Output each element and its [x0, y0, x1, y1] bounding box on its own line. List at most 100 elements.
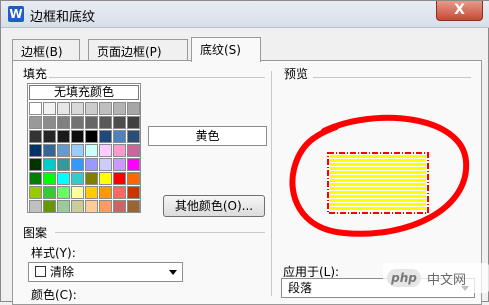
color-swatch[interactable] — [57, 200, 70, 213]
color-swatch[interactable] — [71, 200, 84, 213]
tab-borders[interactable]: 边框(B) — [12, 39, 80, 61]
preview-fill-line — [330, 191, 426, 194]
color-swatch[interactable] — [85, 186, 98, 199]
color-swatch[interactable] — [57, 158, 70, 171]
color-swatch[interactable] — [29, 200, 42, 213]
color-swatch[interactable] — [99, 130, 112, 143]
color-swatch[interactable] — [43, 186, 56, 199]
preview-fill-line — [330, 179, 426, 182]
color-swatch[interactable] — [71, 144, 84, 157]
color-swatch[interactable] — [29, 186, 42, 199]
color-swatch[interactable] — [113, 200, 126, 213]
preview-canvas — [289, 114, 470, 237]
window-title: 边框和底纹 — [30, 10, 96, 25]
color-swatch[interactable] — [85, 116, 98, 129]
pattern-style-value: 清除 — [50, 265, 75, 279]
color-swatch[interactable] — [43, 144, 56, 157]
no-fill-button[interactable]: 无填充颜色 — [29, 85, 139, 100]
color-swatch[interactable] — [43, 102, 56, 115]
color-swatch[interactable] — [85, 172, 98, 185]
color-swatch[interactable] — [113, 172, 126, 185]
color-swatch[interactable] — [57, 172, 70, 185]
preview-group-label: 预览 — [282, 65, 311, 82]
color-swatch[interactable] — [71, 102, 84, 115]
color-swatch[interactable] — [113, 130, 126, 143]
color-swatch[interactable] — [99, 172, 112, 185]
color-swatch[interactable] — [29, 158, 42, 171]
preview-fill-line — [330, 167, 426, 170]
color-swatch[interactable] — [99, 116, 112, 129]
color-swatch[interactable] — [29, 130, 42, 143]
color-swatch[interactable] — [127, 130, 140, 143]
tab-page-borders[interactable]: 页面边框(P) — [88, 39, 188, 61]
color-swatch[interactable] — [127, 172, 140, 185]
color-swatch[interactable] — [113, 102, 126, 115]
color-swatch[interactable] — [85, 130, 98, 143]
color-swatch[interactable] — [57, 130, 70, 143]
color-swatch[interactable] — [85, 102, 98, 115]
color-swatch[interactable] — [43, 158, 56, 171]
preview-fill-line — [330, 199, 426, 202]
color-swatch[interactable] — [99, 158, 112, 171]
color-swatch[interactable] — [71, 130, 84, 143]
pattern-group-line — [55, 232, 265, 233]
watermark-logo: php — [387, 269, 421, 287]
color-swatch[interactable] — [127, 102, 140, 115]
color-swatch[interactable] — [29, 116, 42, 129]
color-swatch[interactable] — [113, 116, 126, 129]
close-button[interactable]: X — [436, 1, 483, 21]
color-swatch[interactable] — [127, 158, 140, 171]
selected-color-name: 黄色 — [148, 126, 267, 146]
color-swatch[interactable] — [29, 102, 42, 115]
color-swatch[interactable] — [113, 186, 126, 199]
color-swatch[interactable] — [43, 116, 56, 129]
color-swatch[interactable] — [71, 172, 84, 185]
color-palette: 无填充颜色 — [27, 83, 141, 213]
tab-shading[interactable]: 底纹(S) — [191, 37, 261, 62]
color-swatch[interactable] — [127, 186, 140, 199]
more-colors-button[interactable]: 其他颜色(O)... — [163, 195, 265, 217]
color-swatch[interactable] — [71, 158, 84, 171]
chevron-down-icon — [169, 270, 177, 275]
color-swatch[interactable] — [85, 158, 98, 171]
watermark: php 中文网 — [383, 263, 489, 293]
color-swatch[interactable] — [71, 186, 84, 199]
preview-fill-line — [330, 187, 426, 190]
color-swatch[interactable] — [85, 200, 98, 213]
apply-to-value: 段落 — [288, 281, 313, 295]
color-swatch[interactable] — [57, 102, 70, 115]
pattern-group-label: 图案 — [21, 224, 50, 241]
color-swatch[interactable] — [29, 144, 42, 157]
preview-group-line — [313, 77, 471, 78]
color-swatch[interactable] — [127, 116, 140, 129]
preview-fill-line — [330, 195, 426, 198]
color-swatch[interactable] — [99, 186, 112, 199]
color-swatch[interactable] — [43, 130, 56, 143]
fill-group-line-right — [55, 77, 265, 78]
preview-fill-line — [330, 155, 426, 158]
preview-fill-line — [330, 163, 426, 166]
title-bar[interactable]: W 边框和底纹 X — [1, 1, 489, 28]
color-swatch[interactable] — [43, 172, 56, 185]
color-swatch[interactable] — [29, 172, 42, 185]
color-swatch[interactable] — [57, 116, 70, 129]
wps-app-icon: W — [8, 6, 24, 22]
color-swatch[interactable] — [85, 144, 98, 157]
color-swatch[interactable] — [99, 144, 112, 157]
preview-fill-line — [330, 171, 426, 174]
color-swatch[interactable] — [99, 200, 112, 213]
color-swatch[interactable] — [99, 102, 112, 115]
fill-group-label: 填充 — [21, 65, 50, 82]
pattern-style-dropdown[interactable]: 清除 — [28, 262, 183, 282]
color-swatch[interactable] — [57, 144, 70, 157]
color-swatch[interactable] — [71, 116, 84, 129]
color-swatch[interactable] — [43, 200, 56, 213]
color-swatch[interactable] — [127, 200, 140, 213]
color-swatch[interactable] — [113, 144, 126, 157]
preview-fill-line — [330, 159, 426, 162]
color-swatch[interactable] — [113, 158, 126, 171]
color-swatch[interactable] — [57, 186, 70, 199]
dialog-window: W 边框和底纹 X 边框(B) 页面边框(P) 底纹(S) 填充 无填充颜色 黄… — [0, 0, 489, 305]
pattern-style-label: 样式(Y): — [31, 246, 76, 260]
color-swatch[interactable] — [127, 144, 140, 157]
